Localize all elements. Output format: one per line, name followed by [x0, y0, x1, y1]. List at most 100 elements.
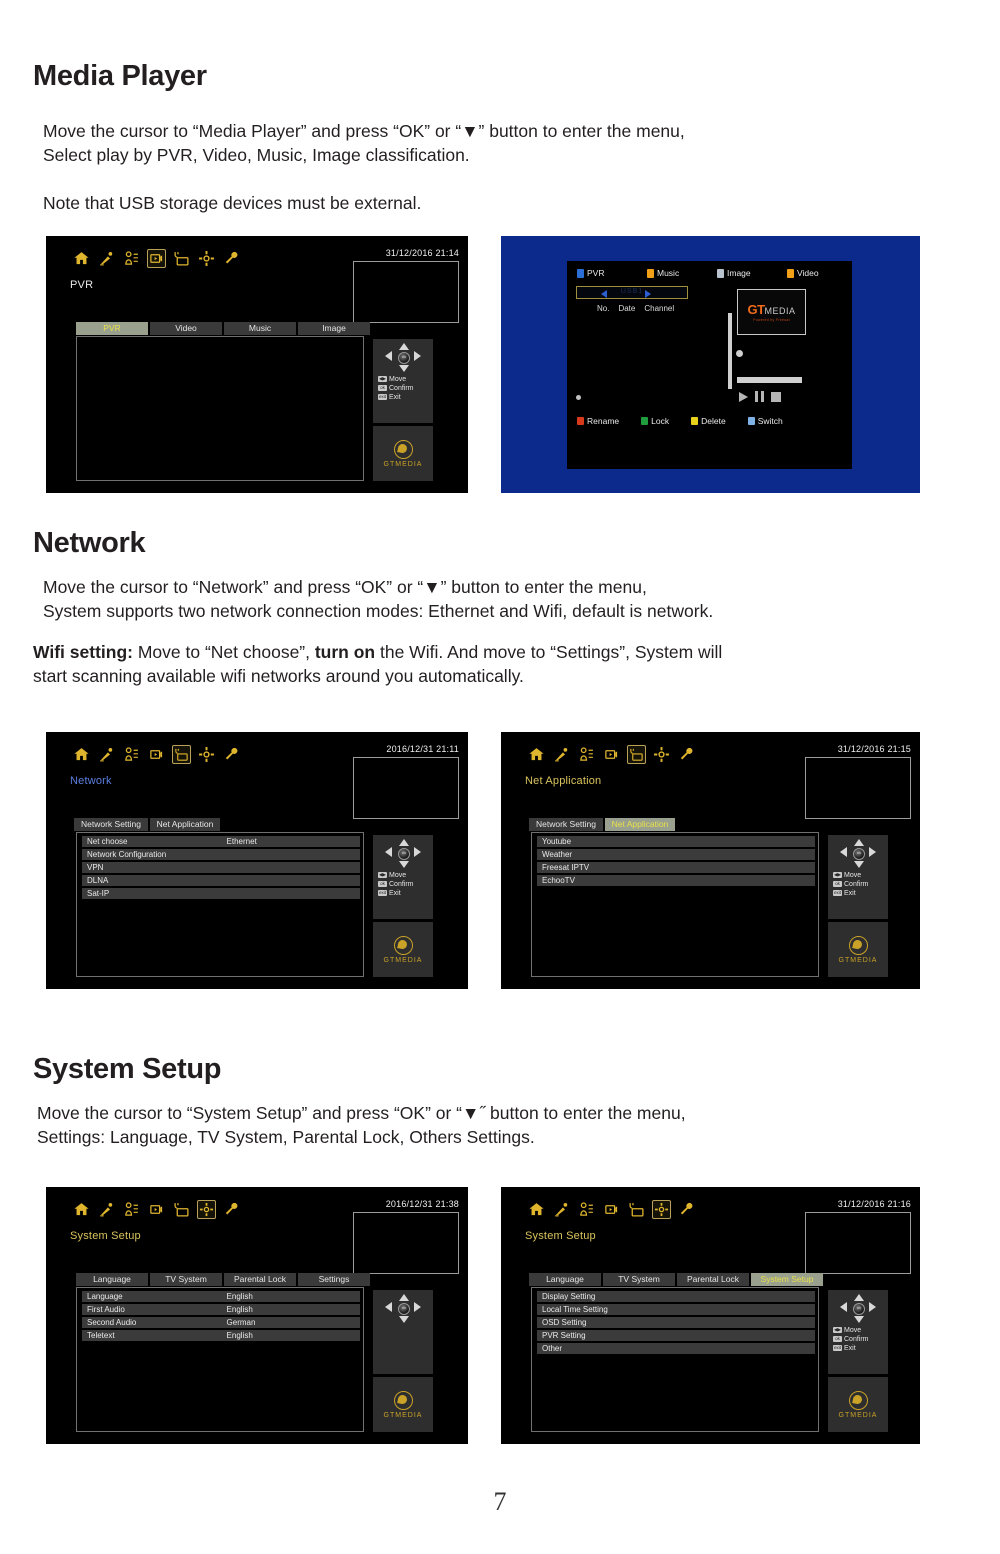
satellite-dish-icon[interactable]: [552, 745, 571, 764]
list-item[interactable]: VPN: [82, 862, 360, 873]
home-icon[interactable]: [527, 745, 546, 764]
wrench-icon[interactable]: [677, 1200, 696, 1219]
network-icon[interactable]: [627, 745, 646, 764]
tab-image[interactable]: Image: [298, 322, 370, 335]
arrow-up-icon[interactable]: [854, 1294, 864, 1301]
arrow-right-icon[interactable]: [414, 847, 421, 857]
pvr-tab-pvr[interactable]: PVR: [577, 268, 647, 278]
arrow-down-icon[interactable]: [399, 1316, 409, 1323]
settings-list[interactable]: Language English First Audio English Secon…: [76, 1287, 364, 1432]
home-icon[interactable]: [72, 1200, 91, 1219]
arrow-up-icon[interactable]: [854, 839, 864, 846]
home-icon[interactable]: [527, 1200, 546, 1219]
channel-list-icon[interactable]: [122, 1200, 141, 1219]
list-item[interactable]: OSD Setting: [537, 1317, 815, 1328]
dpad[interactable]: ok: [840, 1294, 876, 1323]
settings-gear-icon[interactable]: [652, 1200, 671, 1219]
tab-strip[interactable]: Network Setting Net Application: [74, 818, 220, 831]
color-button-bar[interactable]: Rename Lock Delete Switch: [577, 416, 783, 426]
list-item[interactable]: Weather: [537, 849, 815, 860]
arrow-up-icon[interactable]: [399, 1294, 409, 1301]
tab-strip[interactable]: Language TV System Parental Lock System …: [529, 1273, 823, 1286]
wrench-icon[interactable]: [677, 745, 696, 764]
pvr-tab-video[interactable]: Video: [787, 268, 857, 278]
list-item[interactable]: DLNA: [82, 875, 360, 886]
tab-net-application[interactable]: Net Application: [150, 818, 220, 831]
dpad[interactable]: ok: [385, 343, 421, 372]
channel-list-icon[interactable]: [577, 1200, 596, 1219]
list-item[interactable]: PVR Setting: [537, 1330, 815, 1341]
list-item[interactable]: Sat-IP: [82, 888, 360, 899]
ok-button[interactable]: ok: [398, 1303, 410, 1315]
icon-bar[interactable]: [527, 745, 696, 764]
tab-strip[interactable]: Language TV System Parental Lock Setting…: [76, 1273, 370, 1286]
tab-strip[interactable]: Network Setting Net Application: [529, 818, 675, 831]
network-icon[interactable]: [172, 1200, 191, 1219]
icon-bar[interactable]: [72, 249, 241, 268]
tab-network-setting[interactable]: Network Setting: [529, 818, 603, 831]
volume-knob[interactable]: [736, 350, 743, 357]
ok-button[interactable]: ok: [853, 848, 865, 860]
arrow-down-icon[interactable]: [854, 861, 864, 868]
list-item[interactable]: Youtube: [537, 836, 815, 847]
arrow-up-icon[interactable]: [399, 839, 409, 846]
icon-bar[interactable]: [72, 1200, 241, 1219]
stop-icon[interactable]: [771, 391, 781, 402]
list-item[interactable]: EchooTV: [537, 875, 815, 886]
settings-list[interactable]: Net choose Ethernet Network Configuration…: [76, 832, 364, 977]
media-player-icon[interactable]: [147, 745, 166, 764]
ok-button[interactable]: ok: [398, 848, 410, 860]
media-player-icon[interactable]: [602, 745, 621, 764]
list-item[interactable]: Net choose Ethernet: [82, 836, 360, 847]
arrow-left-icon[interactable]: [385, 351, 392, 361]
network-icon[interactable]: [627, 1200, 646, 1219]
network-icon[interactable]: [172, 249, 191, 268]
pause-icon[interactable]: [755, 391, 764, 402]
arrow-right-icon[interactable]: [869, 847, 876, 857]
tab-language[interactable]: Language: [529, 1273, 601, 1286]
tab-language[interactable]: Language: [76, 1273, 148, 1286]
color-button-delete[interactable]: Delete: [691, 416, 726, 426]
settings-gear-icon[interactable]: [197, 745, 216, 764]
arrow-down-icon[interactable]: [399, 861, 409, 868]
list-item[interactable]: Local Time Setting: [537, 1304, 815, 1315]
transport-controls[interactable]: [739, 391, 781, 402]
arrow-right-icon[interactable]: [869, 1302, 876, 1312]
arrow-down-icon[interactable]: [854, 1316, 864, 1323]
tab-strip[interactable]: PVR Video Music Image: [76, 322, 370, 335]
icon-bar[interactable]: [72, 745, 241, 764]
tab-video[interactable]: Video: [150, 322, 222, 335]
color-button-switch[interactable]: Switch: [747, 416, 783, 426]
tab-music[interactable]: Music: [224, 322, 296, 335]
tab-parental-lock[interactable]: Parental Lock: [224, 1273, 296, 1286]
settings-gear-icon[interactable]: [197, 1200, 216, 1219]
pvr-tab-strip[interactable]: PVR Music Image Video: [577, 268, 857, 278]
progress-bar[interactable]: [737, 377, 802, 383]
satellite-dish-icon[interactable]: [97, 745, 116, 764]
list-item[interactable]: Display Setting: [537, 1291, 815, 1302]
tab-tv-system[interactable]: TV System: [150, 1273, 222, 1286]
satellite-dish-icon[interactable]: [552, 1200, 571, 1219]
list-item[interactable]: Network Configuration: [82, 849, 360, 860]
color-button-lock[interactable]: Lock: [641, 416, 669, 426]
arrow-left-icon[interactable]: [385, 847, 392, 857]
color-button-rename[interactable]: Rename: [577, 416, 619, 426]
arrow-left-icon[interactable]: [840, 1302, 847, 1312]
settings-list[interactable]: Youtube Weather Freesat IPTV EchooTV: [531, 832, 819, 977]
arrow-down-icon[interactable]: [399, 365, 409, 372]
play-icon[interactable]: [739, 391, 748, 402]
tab-settings[interactable]: Settings: [298, 1273, 370, 1286]
satellite-dish-icon[interactable]: [97, 249, 116, 268]
tab-net-application[interactable]: Net Application: [605, 818, 675, 831]
wrench-icon[interactable]: [222, 249, 241, 268]
tab-tv-system[interactable]: TV System: [603, 1273, 675, 1286]
list-item[interactable]: First Audio English: [82, 1304, 360, 1315]
list-item[interactable]: Other: [537, 1343, 815, 1354]
media-player-icon[interactable]: [602, 1200, 621, 1219]
ok-button[interactable]: ok: [853, 1303, 865, 1315]
settings-list[interactable]: Display Setting Local Time Setting OSD S…: [531, 1287, 819, 1432]
media-player-icon[interactable]: [147, 249, 166, 268]
arrow-right-icon[interactable]: [414, 351, 421, 361]
dpad[interactable]: ok: [840, 839, 876, 868]
dpad[interactable]: ok: [385, 1294, 421, 1323]
